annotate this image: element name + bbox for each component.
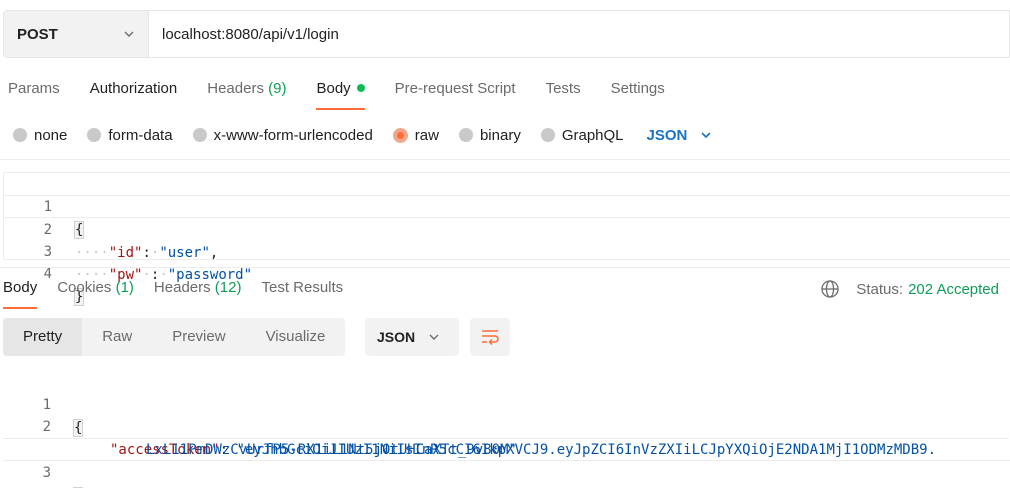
response-status: Status: 202 Accepted: [820, 279, 999, 299]
tab-response-headers-label: Headers: [153, 279, 211, 296]
tab-headers-count: (9): [268, 80, 287, 97]
tab-response-headers[interactable]: Headers (12): [154, 279, 242, 309]
view-pretty[interactable]: Pretty: [3, 318, 83, 356]
radio-form-data[interactable]: form-data: [87, 126, 173, 144]
tab-test-results[interactable]: Test Results: [261, 279, 343, 309]
body-status-dot: [356, 84, 365, 92]
body-format-label: JSON: [646, 126, 688, 144]
radio-none-label: none: [34, 126, 68, 144]
radio-raw-label: raw: [414, 126, 439, 144]
method-select[interactable]: POST: [4, 11, 149, 57]
tab-body-label: Body: [316, 80, 351, 97]
body-format-dropdown[interactable]: JSON: [647, 127, 714, 144]
radio-graphql[interactable]: GraphQL: [540, 126, 624, 144]
code-line: 2 ····"id":·"user",: [4, 195, 1010, 261]
tab-body[interactable]: Body: [316, 80, 365, 110]
tab-headers[interactable]: Headers (9): [207, 80, 286, 110]
code-line: LxL11PmDWzCvUrfP5-RX1iL1Nt5j0tUHCaXTt_9v…: [3, 416, 1009, 458]
tab-authorization[interactable]: Authorization: [90, 80, 178, 110]
code-line: 1 {: [3, 371, 1009, 437]
code-line: 3 }​: [3, 438, 1009, 488]
radio-circle-icon: [87, 128, 102, 142]
radio-raw[interactable]: raw: [392, 126, 439, 144]
wrap-lines-icon: [482, 330, 499, 346]
view-raw[interactable]: Raw: [82, 318, 152, 356]
radio-urlencoded-label: x-www-form-urlencoded: [213, 126, 373, 144]
tab-cookies-label: Cookies: [57, 279, 112, 296]
response-view-selector: Pretty Raw Preview Visualize: [3, 318, 346, 356]
tab-response-body[interactable]: Body: [3, 279, 38, 309]
code-line: 2 "accessToken": "eyJhbGciOiJIUzI1NiIsIn…: [3, 393, 1009, 458]
divider: [0, 267, 1010, 268]
code-line: 3 ····"pw"·:·"password": [4, 218, 1010, 283]
url-bar: POST localhost:8080/api/v1/login: [3, 10, 1010, 58]
code-line: 1 {: [4, 173, 1010, 239]
radio-graphql-label: GraphQL: [561, 126, 624, 144]
tab-response-headers-count: (12): [214, 279, 242, 296]
radio-circle-icon: [13, 128, 27, 142]
chevron-down-icon: [701, 132, 711, 139]
tab-prerequest-script[interactable]: Pre-request Script: [395, 80, 516, 110]
code-line: 4 }: [4, 240, 1010, 306]
response-tabs: Body Cookies (1) Headers (12) Test Resul…: [3, 279, 373, 309]
tab-tests[interactable]: Tests: [546, 80, 581, 110]
request-body-editor[interactable]: 1 { 2 ····"id":·"user", 3 ····"pw"·:·"pa…: [3, 172, 1010, 306]
response-format-dropdown[interactable]: JSON: [365, 318, 459, 356]
url-input[interactable]: localhost:8080/api/v1/login: [149, 11, 1009, 57]
method-label: POST: [17, 25, 58, 43]
tab-cookies[interactable]: Cookies (1): [57, 279, 134, 309]
request-tabs: Params Authorization Headers (9) Body Pr…: [8, 80, 695, 110]
radio-form-data-label: form-data: [108, 126, 173, 144]
tab-headers-label: Headers: [207, 80, 264, 97]
globe-icon[interactable]: [820, 279, 840, 299]
radio-none[interactable]: none: [13, 127, 67, 144]
tab-settings[interactable]: Settings: [611, 80, 665, 110]
response-format-label: JSON: [377, 329, 416, 345]
wrap-lines-button[interactable]: [470, 318, 510, 356]
divider: [0, 159, 1010, 160]
status-value: 202 Accepted: [908, 280, 999, 298]
radio-binary[interactable]: binary: [458, 126, 521, 144]
response-body-viewer[interactable]: 1 { 2 "accessToken": "eyJhbGciOiJIUzI1Ni…: [3, 370, 1010, 488]
status-label: Status:: [856, 280, 904, 298]
radio-binary-label: binary: [479, 126, 521, 144]
radio-circle-icon: [540, 128, 555, 142]
radio-urlencoded[interactable]: x-www-form-urlencoded: [192, 126, 373, 144]
view-visualize[interactable]: Visualize: [246, 318, 346, 356]
body-type-selector: none form-data x-www-form-urlencoded raw…: [13, 123, 713, 147]
radio-selected-icon: [392, 127, 408, 143]
radio-circle-icon: [458, 128, 473, 142]
chevron-down-icon: [124, 31, 134, 37]
tab-params[interactable]: Params: [8, 80, 60, 110]
view-preview[interactable]: Preview: [152, 318, 245, 356]
radio-circle-icon: [192, 128, 207, 142]
chevron-down-icon: [429, 334, 439, 340]
line-number: 3: [42, 465, 51, 481]
tab-cookies-count: (1): [115, 279, 134, 296]
